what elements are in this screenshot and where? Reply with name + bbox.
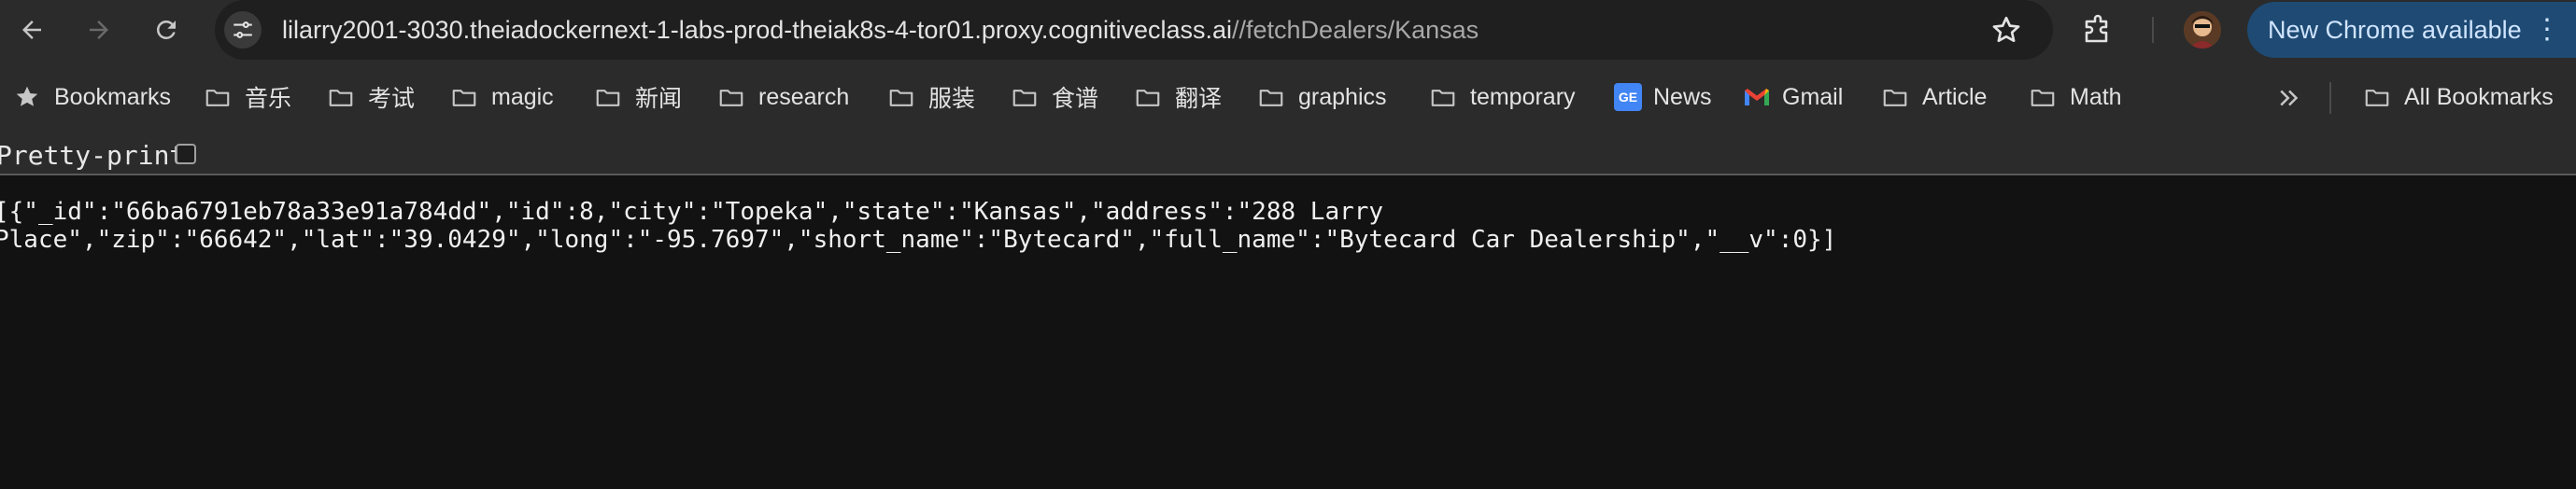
browser-toolbar: lilarry2001-3030.theiadockernext-1-labs-… <box>0 0 2576 60</box>
pretty-print-checkbox[interactable] <box>176 144 196 164</box>
gmail-icon <box>1745 89 1769 105</box>
all-bookmarks-label: All Bookmarks <box>2404 83 2554 110</box>
bookmark-folder-music[interactable]: 音乐 <box>204 78 291 116</box>
folder-icon <box>2365 90 2389 106</box>
google-news-icon: GE <box>1614 83 1642 111</box>
folder-icon <box>889 90 913 106</box>
bookmark-folder-article[interactable]: Article <box>1881 78 1987 116</box>
all-bookmarks-button[interactable]: All Bookmarks <box>2363 78 2554 116</box>
site-info-button[interactable] <box>224 11 262 49</box>
bookmark-label: temporary <box>1470 83 1576 110</box>
json-line: [{"_id":"66ba6791eb78a33e91a784dd","id":… <box>0 198 1384 226</box>
folder-icon <box>2031 90 2055 106</box>
folder-icon <box>1883 90 1907 106</box>
url-text[interactable]: lilarry2001-3030.theiadockernext-1-labs-… <box>282 0 1479 60</box>
bookmark-folder-clothing[interactable]: 服装 <box>887 78 975 116</box>
bookmark-folder-graphics[interactable]: graphics <box>1257 78 1387 116</box>
bookmark-bookmarks[interactable]: Bookmarks <box>13 78 171 116</box>
chevron-double-right-icon[interactable] <box>2275 84 2303 112</box>
bookmark-folder-magic[interactable]: magic <box>450 78 554 116</box>
folder-icon <box>205 90 230 106</box>
reload-icon <box>156 20 176 39</box>
arrow-left-icon <box>22 21 41 39</box>
bookmark-label: Gmail <box>1782 83 1844 110</box>
bookmark-folder-temporary[interactable]: temporary <box>1429 78 1576 116</box>
folder-icon <box>1259 90 1283 106</box>
bookmark-label: 音乐 <box>245 86 292 112</box>
folder-icon <box>596 90 620 106</box>
bookmark-label: News <box>1653 83 1712 110</box>
update-label: New Chrome available <box>2268 16 2522 44</box>
bookmark-star-icon[interactable] <box>1989 13 2023 47</box>
star-icon <box>16 86 38 106</box>
bookmark-label: Bookmarks <box>54 83 172 110</box>
folder-icon <box>452 90 476 106</box>
profile-avatar[interactable] <box>2184 11 2221 49</box>
folder-icon <box>1431 90 1455 106</box>
bookmark-label: magic <box>491 83 554 110</box>
extensions-icon[interactable] <box>2081 13 2115 47</box>
bookmark-label: 翻译 <box>1175 86 1223 112</box>
new-chrome-available-button[interactable]: New Chrome available ⋮ <box>2247 2 2576 58</box>
bookmark-folder-translate[interactable]: 翻译 <box>1134 78 1222 116</box>
toolbar-separator <box>2152 17 2154 43</box>
arrow-right-icon <box>90 21 108 39</box>
bookmark-folder-recipes[interactable]: 食谱 <box>1011 78 1098 116</box>
url-host: lilarry2001-3030.theiadockernext-1-labs-… <box>282 16 1233 44</box>
bookmark-gmail[interactable]: Gmail <box>1743 78 1843 116</box>
bookmarks-separator <box>2329 82 2331 114</box>
back-button[interactable] <box>11 9 52 50</box>
bookmark-folder-research[interactable]: research <box>717 78 849 116</box>
bookmark-label: 考试 <box>368 86 416 112</box>
bookmark-google-news[interactable]: GE News <box>1614 78 1712 116</box>
folder-icon <box>1136 90 1160 106</box>
json-content: [{"_id":"66ba6791eb78a33e91a784dd","id":… <box>0 198 2554 254</box>
bookmark-folder-news-cn[interactable]: 新闻 <box>594 78 682 116</box>
avatar-image-icon <box>2184 11 2221 49</box>
bookmark-folder-math[interactable]: Math <box>2029 78 2122 116</box>
forward-button[interactable] <box>78 9 120 50</box>
address-bar[interactable]: lilarry2001-3030.theiadockernext-1-labs-… <box>215 0 2053 60</box>
pretty-print-label: Pretty-print <box>0 140 186 171</box>
bookmark-label: Math <box>2070 83 2122 110</box>
folder-icon <box>1012 90 1037 106</box>
folder-icon <box>329 90 353 106</box>
bookmark-label: graphics <box>1298 83 1387 110</box>
more-menu-icon[interactable]: ⋮ <box>2533 2 2561 58</box>
json-line: Place","zip":"66642","lat":"39.0429","lo… <box>0 226 1837 254</box>
pretty-print-bar: Pretty-print <box>0 136 2576 175</box>
folder-icon <box>719 90 743 106</box>
bookmark-label: Article <box>1922 83 1988 110</box>
bookmark-folder-exam[interactable]: 考试 <box>327 78 415 116</box>
tune-icon <box>234 21 252 38</box>
reload-button[interactable] <box>146 9 187 50</box>
bookmark-label: 新闻 <box>635 86 683 112</box>
bookmarks-bar: Bookmarks 音乐 考试 magic 新闻 research 服装 食谱 … <box>0 60 2576 136</box>
bookmark-label: research <box>758 83 850 110</box>
url-path: //fetchDealers/Kansas <box>1232 16 1479 44</box>
bookmark-label: 服装 <box>928 86 976 112</box>
bookmark-label: 食谱 <box>1052 86 1099 112</box>
